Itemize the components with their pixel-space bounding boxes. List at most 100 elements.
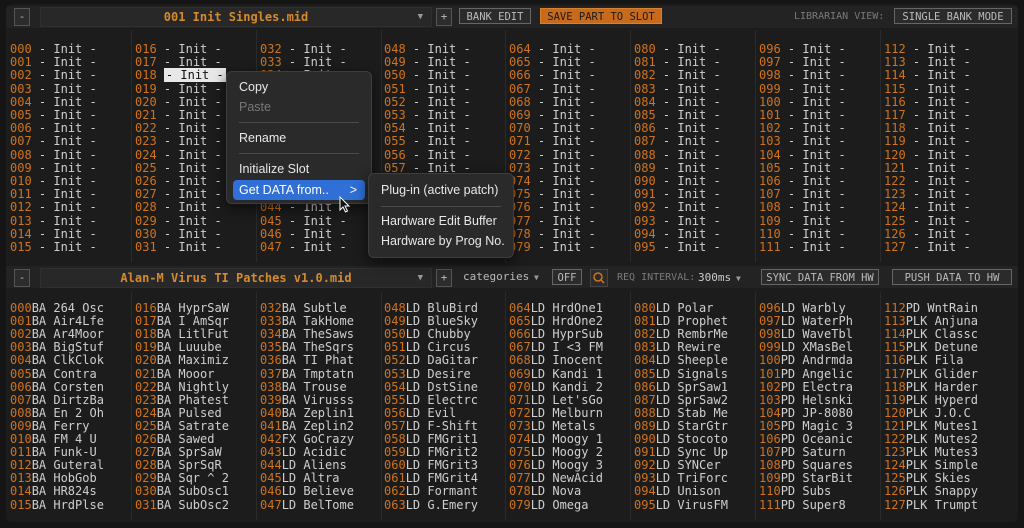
slot-item[interactable]: 099 - Init - xyxy=(759,82,846,96)
slot-item[interactable]: 024 - Init - xyxy=(135,148,222,162)
slot-item[interactable]: 063LD G.Emery xyxy=(384,498,478,512)
slot-item[interactable]: 007 - Init - xyxy=(10,135,97,148)
slot-item[interactable]: 081 - Init - xyxy=(634,56,721,69)
slot-item[interactable]: 055LD Electrc xyxy=(384,393,478,407)
slot-item[interactable]: 093LD TriForc xyxy=(634,472,728,485)
slot-item[interactable]: 096LD Warbly xyxy=(759,302,846,315)
slot-item[interactable]: 115PLK Detune xyxy=(884,341,978,354)
slot-item[interactable]: 013BA HobGob xyxy=(10,472,97,485)
slot-item[interactable]: 075 - Init - xyxy=(509,188,596,201)
slot-item[interactable]: 019BA Luuube xyxy=(135,341,222,354)
slot-item[interactable]: 073 - Init - xyxy=(509,161,596,175)
menu-initialize-slot[interactable]: Initialize Slot xyxy=(233,159,365,179)
slot-item[interactable]: 111 - Init - xyxy=(759,241,846,254)
slot-item[interactable]: 088LD Stab Me xyxy=(634,406,728,420)
slot-item[interactable]: 034BA TheSaws xyxy=(260,328,354,341)
submenu-hardware-by-prog-no[interactable]: Hardware by Prog No. xyxy=(375,231,507,251)
slot-item[interactable]: 024BA Pulsed xyxy=(135,406,222,420)
slot-item[interactable]: 095 - Init - xyxy=(634,241,721,254)
slot-item[interactable]: 072LD Melburn xyxy=(509,406,603,420)
slot-item[interactable]: 041BA Zeplin2 xyxy=(260,419,354,433)
slot-item[interactable]: 058LD FMGrit1 xyxy=(384,433,478,446)
slot-item[interactable]: 074LD Moogy 1 xyxy=(509,433,603,446)
slot-item[interactable]: 087LD SprSaw2 xyxy=(634,393,728,407)
slot-item[interactable]: 118PLK Harder xyxy=(884,380,978,394)
slot-item[interactable]: 126PLK Snappy xyxy=(884,485,978,498)
slot-item[interactable]: 069 - Init - xyxy=(509,109,596,122)
slot-item[interactable]: 109PD StarBit xyxy=(759,472,853,485)
slot-item[interactable]: 108 - Init - xyxy=(759,201,846,214)
slot-item[interactable]: 080 - Init - xyxy=(634,43,721,56)
slot-item[interactable]: 019 - Init - xyxy=(135,82,222,96)
slot-item[interactable]: 051 - Init - xyxy=(384,82,471,96)
categories-off-toggle[interactable]: OFF xyxy=(552,269,582,285)
slot-item[interactable]: 123PLK Mutes3 xyxy=(884,446,978,459)
slot-item[interactable]: 018 - Init - xyxy=(135,68,226,83)
slot-item[interactable]: 109 - Init - xyxy=(759,214,846,228)
slot-item[interactable]: 103PD Helsnki xyxy=(759,393,853,407)
slot-item[interactable]: 089LD StarGtr xyxy=(634,419,728,433)
slot-item[interactable]: 012BA Guteral xyxy=(10,459,104,472)
slot-item[interactable]: 001BA Air4Lfe xyxy=(10,315,104,328)
slot-item[interactable]: 114PLK Classc xyxy=(884,328,978,341)
slot-item[interactable]: 056 - Init - xyxy=(384,148,471,162)
slot-item[interactable]: 112PD WntRain xyxy=(884,302,978,315)
slot-item[interactable]: 027 - Init - xyxy=(135,188,222,201)
slot-item[interactable]: 049LD BlueSky xyxy=(384,315,478,328)
slot-item[interactable]: 071 - Init - xyxy=(509,135,596,148)
slot-item[interactable]: 107 - Init - xyxy=(759,188,846,201)
slot-item[interactable]: 008 - Init - xyxy=(10,148,97,162)
slot-item[interactable]: 077 - Init - xyxy=(509,214,596,228)
slot-item[interactable]: 050LD Chubby xyxy=(384,328,471,341)
slot-item[interactable]: 114 - Init - xyxy=(884,69,971,82)
slot-item[interactable]: 078LD Nova xyxy=(509,485,581,498)
slot-item[interactable]: 081LD Prophet xyxy=(634,315,728,328)
save-part-to-slot-button[interactable]: SAVE PART TO SLOT xyxy=(540,8,662,24)
slot-item[interactable]: 000 - Init - xyxy=(10,43,97,56)
slot-item[interactable]: 098 - Init - xyxy=(759,69,846,82)
slot-item[interactable]: 056LD Evil xyxy=(384,406,456,420)
req-interval-select[interactable]: 300ms ▼ xyxy=(698,270,741,287)
slot-item[interactable]: 095LD VirusFM xyxy=(634,498,728,512)
slot-item[interactable]: 009BA Ferry xyxy=(10,419,89,433)
slot-item[interactable]: 052 - Init - xyxy=(384,95,471,109)
slot-item[interactable]: 066 - Init - xyxy=(509,69,596,82)
slot-item[interactable]: 119 - Init - xyxy=(884,135,971,148)
bank-edit-button[interactable]: BANK EDIT xyxy=(459,8,531,24)
slot-item[interactable]: 101PD Angelic xyxy=(759,367,853,381)
slot-item[interactable]: 061LD FMGrit4 xyxy=(384,472,478,485)
slot-item[interactable]: 009 - Init - xyxy=(10,161,97,175)
slot-item[interactable]: 046 - Init - xyxy=(260,227,347,241)
slot-item[interactable]: 094 - Init - xyxy=(634,227,721,241)
slot-item[interactable]: 074 - Init - xyxy=(509,175,596,188)
slot-item[interactable]: 111PD Super8 xyxy=(759,498,846,512)
slot-item[interactable]: 016BA HyprSaW xyxy=(135,302,229,315)
slot-item[interactable]: 089 - Init - xyxy=(634,161,721,175)
slot-item[interactable]: 048LD BluBird xyxy=(384,302,478,315)
slot-item[interactable]: 083 - Init - xyxy=(634,82,721,96)
slot-item[interactable]: 070LD Kandi 2 xyxy=(509,380,603,394)
librarian-view-select[interactable]: SINGLE BANK MODE xyxy=(894,8,1012,24)
slot-item[interactable]: 059LD FMGrit2 xyxy=(384,446,478,459)
slot-item[interactable]: 031 - Init - xyxy=(135,241,222,254)
slot-item[interactable]: 023BA Phatest xyxy=(135,393,229,407)
slot-item[interactable]: 083LD Rewire xyxy=(634,341,721,354)
sync-data-button[interactable]: SYNC DATA FROM HW xyxy=(761,269,879,285)
slot-item[interactable]: 068LD Inocent xyxy=(509,354,603,367)
slot-item[interactable]: 017BA I AmSqr xyxy=(135,315,229,328)
slot-item[interactable]: 018BA LitlFut xyxy=(135,328,229,341)
slot-item[interactable]: 108PD Squares xyxy=(759,459,853,472)
slot-item[interactable]: 047 - Init - xyxy=(260,241,347,254)
slot-item[interactable]: 021 - Init - xyxy=(135,109,222,122)
submenu-hardware-edit-buffer[interactable]: Hardware Edit Buffer xyxy=(375,211,507,231)
slot-item[interactable]: 060LD FMGrit3 xyxy=(384,459,478,472)
slot-item[interactable]: 037BA Tmptatn xyxy=(260,367,354,381)
slot-item[interactable]: 086 - Init - xyxy=(634,122,721,135)
slot-item[interactable]: 102 - Init - xyxy=(759,122,846,135)
slot-item[interactable]: 104 - Init - xyxy=(759,148,846,162)
slot-item[interactable]: 048 - Init - xyxy=(384,43,471,56)
slot-item[interactable]: 025BA Satrate xyxy=(135,419,229,433)
search-button[interactable] xyxy=(590,269,608,287)
slot-item[interactable]: 127PLK Trumpt xyxy=(884,498,978,512)
slot-item[interactable]: 011 - Init - xyxy=(10,188,97,201)
